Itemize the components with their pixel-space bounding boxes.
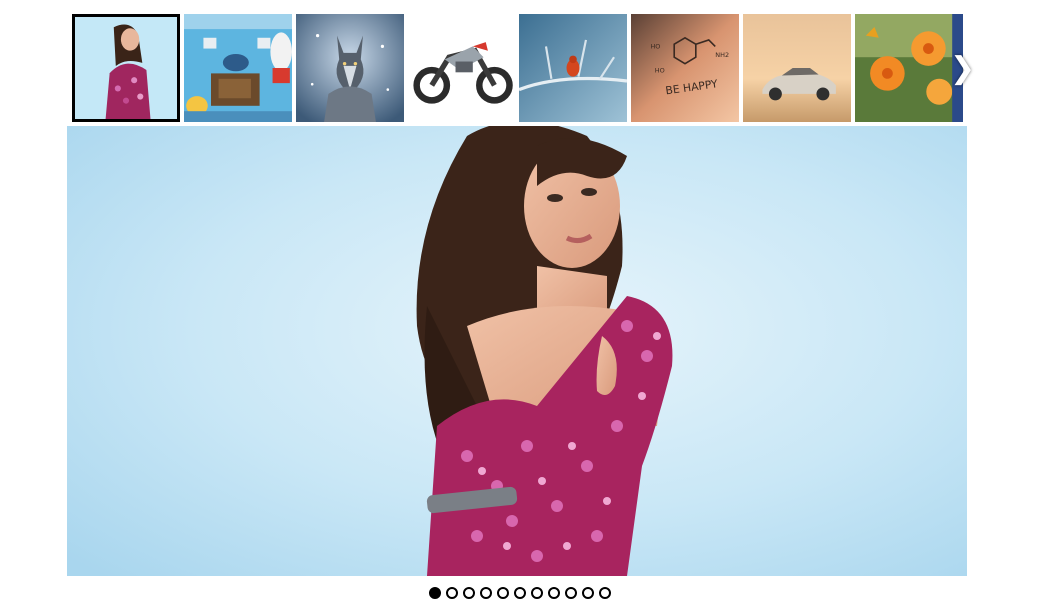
ho-label-2: HO (655, 66, 665, 74)
next-chevron-right-icon[interactable]: ❯ (950, 52, 975, 86)
thumbnail-strip: HO HO NH2 BE HAPPY (72, 14, 966, 122)
thumbnail-be-happy[interactable]: HO HO NH2 BE HAPPY (631, 14, 739, 122)
main-image-viewer (67, 126, 967, 576)
flowers-thumbnail-image (855, 14, 963, 122)
thumbnail-motorcycle[interactable] (408, 14, 516, 122)
motorcycle-thumbnail-image (408, 14, 516, 122)
slide-dot-8[interactable] (548, 587, 560, 599)
slide-dot-5[interactable] (497, 587, 509, 599)
slide-dot-6[interactable] (514, 587, 526, 599)
cartoon-thumbnail-image (184, 14, 292, 122)
ho-label-1: HO (650, 43, 660, 51)
car-thumbnail-image (743, 14, 851, 122)
slide-dot-1[interactable] (429, 587, 441, 599)
nh2-label: NH2 (715, 51, 729, 59)
thumbnail-cartoon-room[interactable] (184, 14, 292, 122)
thumbnail-wolf[interactable] (296, 14, 404, 122)
slide-dot-2[interactable] (446, 587, 458, 599)
slide-indicators (429, 587, 611, 599)
slide-dot-3[interactable] (463, 587, 475, 599)
thumbnail-bird-branch[interactable] (519, 14, 627, 122)
thumbnail-sports-car[interactable] (743, 14, 851, 122)
wolf-thumbnail-image (296, 14, 404, 122)
slide-dot-10[interactable] (582, 587, 594, 599)
slide-dot-11[interactable] (599, 587, 611, 599)
thumbnail-flowers[interactable] (855, 14, 963, 122)
slide-dot-7[interactable] (531, 587, 543, 599)
slide-dot-4[interactable] (480, 587, 492, 599)
thumbnail-woman-pink-dress[interactable] (72, 14, 180, 122)
bird-thumbnail-image (519, 14, 627, 122)
molecule-thumbnail-image: HO HO NH2 BE HAPPY (631, 14, 739, 122)
slide-dot-9[interactable] (565, 587, 577, 599)
main-woman-image (67, 126, 967, 576)
woman-thumbnail-image (75, 17, 177, 119)
